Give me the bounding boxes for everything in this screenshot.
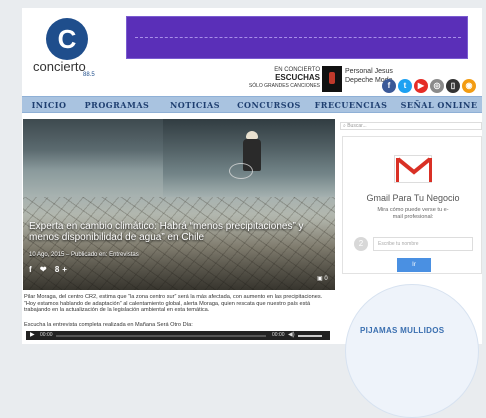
search-input[interactable]: ⌕ Buscar... (340, 122, 482, 130)
banner-ad[interactable] (126, 16, 468, 59)
search-placeholder: Buscar... (347, 123, 367, 129)
gmail-ad[interactable]: Gmail Para Tu Negocio Mira cómo puede ve… (342, 136, 482, 274)
gmail-icon (394, 155, 432, 183)
rss-icon[interactable]: ◉ (462, 79, 476, 93)
ad-step-number: 2 (354, 237, 368, 251)
logo-frequency: 88.5 (83, 72, 95, 78)
hero-fishing-net (229, 163, 253, 179)
now-playing-program: EN CONCIERTO ESCUCHAS SÓLO GRANDES CANCI… (234, 66, 320, 90)
article-title[interactable]: Experta en cambio climático: Habrá “meno… (29, 221, 329, 243)
logo-icon[interactable]: C (46, 18, 88, 60)
article-paragraph: Pilar Moraga, del centro CR2, estima que… (24, 294, 323, 314)
ad-name-input[interactable]: Escribe tu nombre (373, 237, 473, 251)
page: C concierto 88.5 EN CONCIERTO ESCUCHAS S… (22, 8, 482, 418)
song-title: Personal Jesus (345, 68, 393, 75)
ad-go-button[interactable]: Ir (397, 258, 431, 272)
promo-title[interactable]: PIJAMAS MULLIDOS (360, 326, 444, 335)
now-playing-title: ESCUCHAS (275, 73, 320, 82)
play-icon[interactable]: ▶ (30, 331, 35, 340)
mobile-icon[interactable]: ▯ (446, 79, 460, 93)
facebook-icon[interactable]: f (382, 79, 396, 93)
logo-name[interactable]: concierto (33, 59, 86, 74)
listen-text: Escucha la entrevista completa realizada… (24, 322, 193, 328)
promo-circle[interactable] (345, 284, 479, 418)
nav-item-frecuencias[interactable]: Frecuencias (306, 97, 396, 112)
social-links: f t ▶ ◎ ▯ ◉ (382, 79, 476, 93)
player-time-current: 00:00 (40, 332, 53, 338)
nav-item-senal-online[interactable]: Señal Online (396, 97, 482, 112)
player-progress-bar[interactable] (56, 335, 266, 337)
now-playing-tagline: SÓLO GRANDES CANCIONES (248, 83, 320, 89)
banner-divider (135, 37, 461, 38)
nav-item-concursos[interactable]: Concursos (232, 97, 306, 112)
nav-item-programas[interactable]: Programas (76, 97, 158, 112)
main-nav: Inicio Programas Noticias Concursos Frec… (22, 96, 482, 113)
comment-count-value: 0 (324, 276, 328, 282)
hero-image[interactable]: Experta en cambio climático: Habrá “meno… (23, 119, 335, 290)
youtube-icon[interactable]: ▶ (414, 79, 428, 93)
comment-count[interactable]: ▣ 0 (317, 275, 328, 282)
hero-person-hat (246, 131, 258, 139)
volume-icon[interactable]: ◀) (288, 331, 295, 340)
twitter-icon[interactable]: t (398, 79, 412, 93)
share-icons[interactable]: f ❤ 8+ (29, 265, 70, 274)
nav-item-noticias[interactable]: Noticias (158, 97, 232, 112)
album-art (322, 66, 342, 92)
nav-item-inicio[interactable]: Inicio (22, 97, 76, 112)
ad-title: Gmail Para Tu Negocio (366, 193, 460, 203)
player-time-total: 00:00 (272, 332, 285, 338)
ad-subtitle: Mira cómo puede verse tu e-mail profesio… (377, 207, 449, 220)
instagram-icon[interactable]: ◎ (430, 79, 444, 93)
logo-letter: C (57, 24, 77, 54)
volume-slider[interactable] (298, 335, 322, 337)
audio-player: ▶ 00:00 00:00 ◀) (26, 331, 330, 340)
article-meta: 10 Ago, 2015 – Publicado en: Entrevistas (29, 252, 139, 258)
